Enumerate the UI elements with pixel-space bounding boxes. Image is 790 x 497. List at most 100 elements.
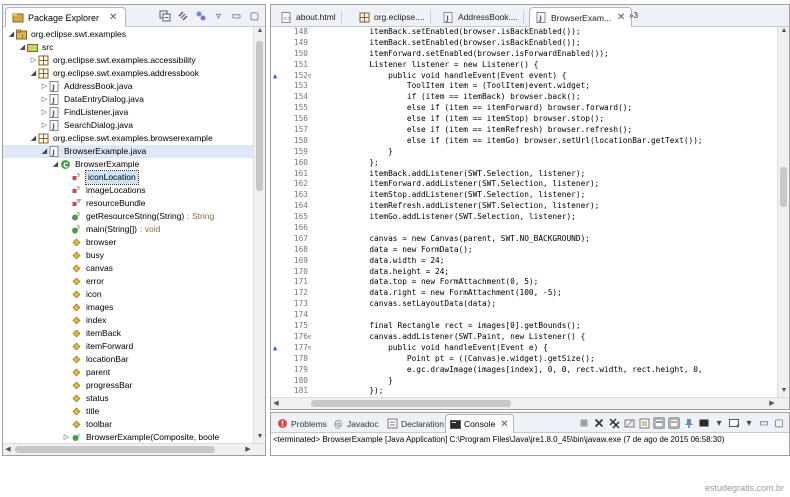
close-icon[interactable]: ✕: [109, 12, 117, 23]
tree-item[interactable]: ▷ org.eclipse.swt.examples.accessibility: [3, 54, 253, 67]
scroll-down-icon[interactable]: ▼: [254, 433, 265, 443]
tab-declaration[interactable]: Declaration: [383, 414, 448, 433]
tree-item[interactable]: busy: [3, 249, 253, 262]
tree-item[interactable]: itemForward: [3, 340, 253, 353]
tree-item[interactable]: SgetResourceString(String): String: [3, 210, 253, 223]
link-with-editor-icon[interactable]: [176, 10, 189, 23]
expand-arrow-closed-icon[interactable]: ▷: [40, 80, 49, 93]
tree-item[interactable]: Smain(String[]): void: [3, 223, 253, 236]
focus-icon[interactable]: [194, 10, 207, 23]
tree-item[interactable]: title: [3, 405, 253, 418]
editor-tab-2[interactable]: J AddressBook....: [437, 7, 525, 27]
tree-item[interactable]: ◢ org.eclipse.swt.examples.browserexample: [3, 132, 253, 145]
tree-item[interactable]: parent: [3, 366, 253, 379]
expand-arrow-closed-icon[interactable]: ▷: [29, 54, 38, 67]
scroll-up-icon[interactable]: ▲: [778, 27, 789, 37]
scroll-lock-icon[interactable]: [638, 417, 650, 429]
view-menu-icon[interactable]: ▿: [212, 10, 225, 23]
pin-console-icon[interactable]: [683, 417, 695, 429]
tree-item[interactable]: error: [3, 275, 253, 288]
maximize-icon[interactable]: ▢: [773, 417, 785, 429]
editor-horizontal-scrollbar[interactable]: ◀ ▶: [271, 397, 789, 409]
tree-item[interactable]: ▷ J AddressBook.java: [3, 80, 253, 93]
chevron-down-icon[interactable]: ▾: [713, 417, 725, 429]
scroll-left-icon[interactable]: ◀: [271, 398, 281, 409]
tree-item[interactable]: locationBar: [3, 353, 253, 366]
close-icon[interactable]: ✕: [500, 419, 508, 430]
line-number: 161: [271, 169, 311, 180]
minimize-icon[interactable]: ▭: [758, 417, 770, 429]
code-area[interactable]: itemBack.setEnabled(browser.isBackEnable…: [313, 27, 777, 397]
scroll-right-icon[interactable]: ▶: [243, 444, 253, 455]
tree-item[interactable]: progressBar: [3, 379, 253, 392]
expand-arrow-open-icon[interactable]: ◢: [7, 28, 16, 41]
expand-arrow-closed-icon[interactable]: ▷: [62, 431, 71, 443]
show-on-stderr-icon[interactable]: [668, 417, 680, 429]
expand-arrow-open-icon[interactable]: ◢: [29, 67, 38, 80]
tree-item[interactable]: SimageLocations: [3, 184, 253, 197]
expand-arrow-closed-icon[interactable]: ▷: [40, 119, 49, 132]
remove-launch-icon[interactable]: [593, 417, 605, 429]
maximize-icon[interactable]: ▢: [248, 10, 261, 23]
tree-item[interactable]: icon: [3, 288, 253, 301]
scroll-up-icon[interactable]: ▲: [254, 27, 265, 37]
tree-item[interactable]: status: [3, 392, 253, 405]
tab-javadoc[interactable]: @ Javadoc: [329, 414, 383, 433]
fold-toggle-icon[interactable]: ⊖: [308, 332, 311, 343]
explorer-vertical-scrollbar[interactable]: ▲ ▼: [253, 27, 265, 443]
tree-item[interactable]: SiconLocation: [3, 170, 253, 185]
expand-arrow-open-icon[interactable]: ◢: [29, 132, 38, 145]
tree-item[interactable]: ▷ c BrowserExample(Composite, boole: [3, 431, 253, 443]
open-console-icon[interactable]: +: [728, 417, 740, 429]
tree-item[interactable]: ▷ J DataEntryDialog.java: [3, 93, 253, 106]
close-icon[interactable]: ✕: [617, 12, 625, 23]
tree-item[interactable]: canvas: [3, 262, 253, 275]
scroll-right-icon[interactable]: ▶: [767, 398, 777, 409]
editor-tab-3[interactable]: J BrowserExam... ✕: [529, 7, 633, 27]
clear-console-icon[interactable]: [623, 417, 635, 429]
editor-vertical-scrollbar[interactable]: ▲ ▼: [777, 27, 789, 397]
scroll-left-icon[interactable]: ◀: [3, 444, 13, 455]
expand-arrow-open-icon[interactable]: ◢: [51, 158, 60, 171]
tree-item[interactable]: toolbar: [3, 418, 253, 431]
tree-item[interactable]: itemBack: [3, 327, 253, 340]
tree-item[interactable]: ◢ Jorg.eclipse.swt.examples: [3, 28, 253, 41]
override-marker-icon[interactable]: ▲: [273, 71, 277, 82]
editor-tab-1[interactable]: org.eclipse....: [353, 7, 431, 27]
display-console-icon[interactable]: [698, 417, 710, 429]
tab-package-explorer[interactable]: Package Explorer ✕: [5, 7, 127, 27]
tree-item[interactable]: ◢ org.eclipse.swt.examples.addressbook: [3, 67, 253, 80]
explorer-horizontal-scrollbar[interactable]: ◀ ▶: [3, 443, 265, 455]
scroll-down-icon[interactable]: ▼: [778, 387, 789, 397]
expand-arrow-closed-icon[interactable]: ▷: [40, 106, 49, 119]
expand-arrow-closed-icon[interactable]: ▷: [40, 93, 49, 106]
fold-toggle-icon[interactable]: ⊖: [308, 71, 311, 82]
tree-item[interactable]: images: [3, 301, 253, 314]
show-on-stdout-icon[interactable]: [653, 417, 665, 429]
collapse-all-icon[interactable]: [158, 10, 171, 23]
tree-item[interactable]: ◢ src: [3, 41, 253, 54]
tree-item[interactable]: SF resourceBundle: [3, 197, 253, 210]
tree-item[interactable]: ◢ J BrowserExample.java: [3, 145, 253, 158]
remove-all-terminated-icon[interactable]: [608, 417, 620, 429]
override-marker-icon[interactable]: ▲: [273, 343, 277, 354]
tab-problems[interactable]: Problems: [273, 414, 331, 433]
editor-vscroll-thumb[interactable]: [780, 167, 787, 207]
editor-tab-0[interactable]: <> about.html: [275, 7, 342, 27]
minimize-icon[interactable]: ▭: [230, 10, 243, 23]
expand-arrow-open-icon[interactable]: ◢: [18, 41, 27, 54]
tree-item[interactable]: ▷ J SearchDialog.java: [3, 119, 253, 132]
terminate-icon[interactable]: [578, 417, 590, 429]
tree-item[interactable]: ▷ J FindListener.java: [3, 106, 253, 119]
chevron-down-icon[interactable]: ▾: [743, 417, 755, 429]
tree-item[interactable]: browser: [3, 236, 253, 249]
explorer-hscroll-thumb[interactable]: [15, 446, 215, 453]
tree-item[interactable]: ◢ C BrowserExample: [3, 158, 253, 171]
explorer-vscroll-thumb[interactable]: [256, 41, 263, 191]
tab-overflow-indicator[interactable]: »3: [629, 11, 638, 20]
fold-toggle-icon[interactable]: ⊖: [308, 343, 311, 354]
tab-console[interactable]: Console ✕: [445, 414, 514, 433]
expand-arrow-open-icon[interactable]: ◢: [40, 145, 49, 158]
tree-item[interactable]: index: [3, 314, 253, 327]
editor-hscroll-thumb[interactable]: [311, 400, 511, 407]
